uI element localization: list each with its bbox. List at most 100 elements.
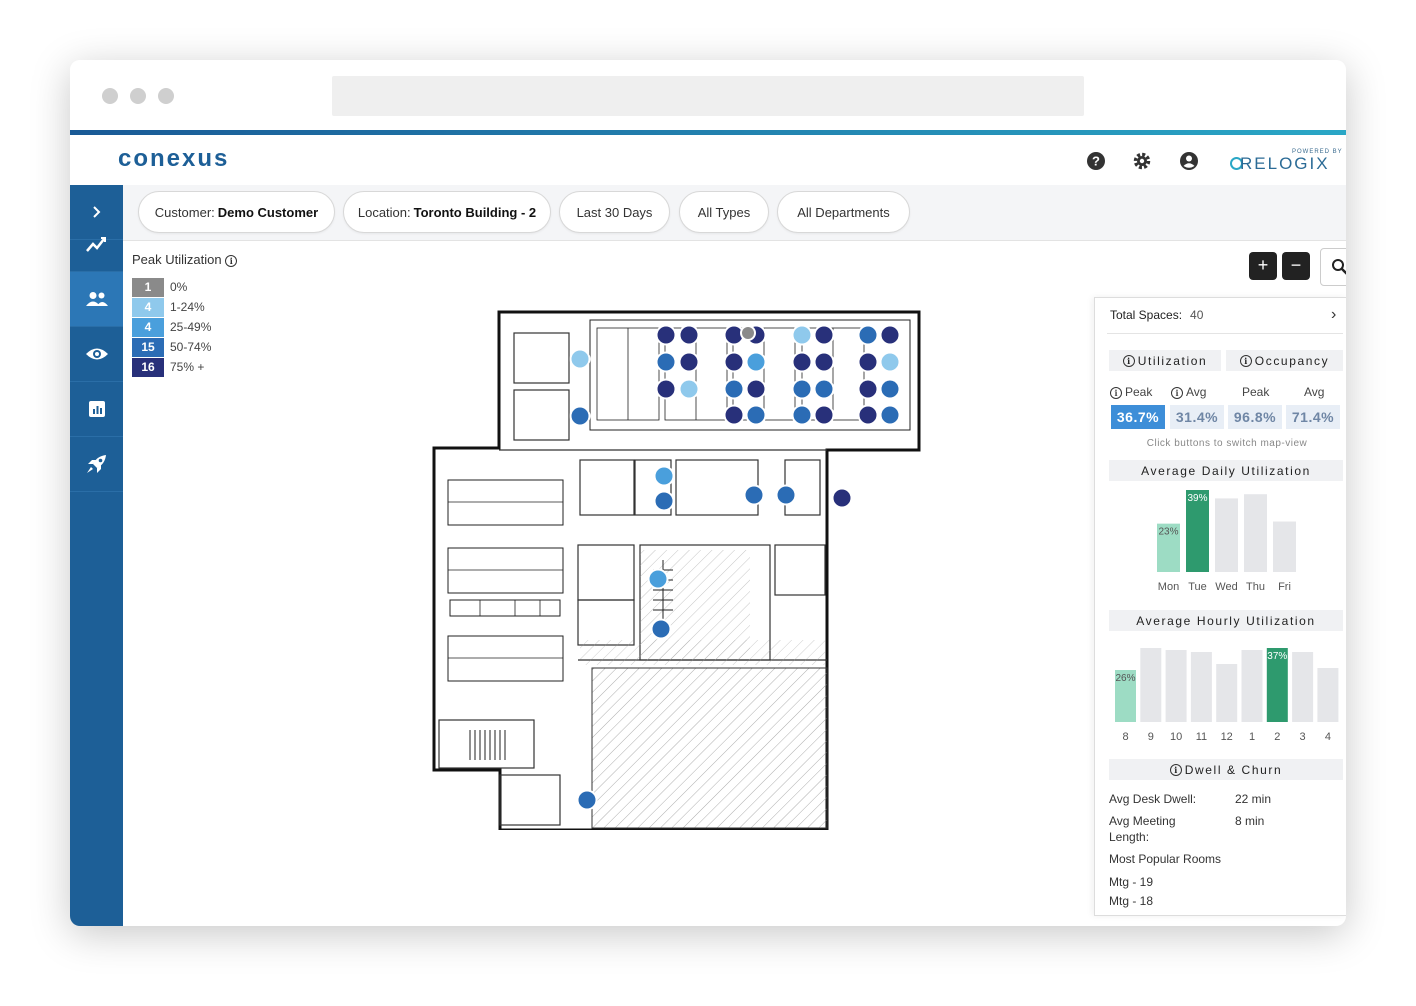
sidebar-item-view[interactable] [70, 327, 123, 382]
chart-bar[interactable] [1241, 650, 1263, 722]
desk-marker[interactable] [813, 351, 835, 373]
desk-marker[interactable] [857, 378, 879, 400]
desk-marker[interactable] [813, 404, 835, 426]
desk-marker[interactable] [655, 324, 677, 346]
info-icon[interactable]: i [1169, 763, 1182, 776]
desk-marker[interactable] [650, 618, 672, 640]
location-filter[interactable]: Location: Toronto Building - 2 [343, 191, 551, 233]
tab-utilization[interactable]: i Utilization [1109, 350, 1221, 371]
chart-bar[interactable] [1215, 498, 1238, 572]
legend-count: 4 [132, 298, 164, 317]
chart-bar[interactable] [1140, 648, 1162, 722]
help-icon[interactable]: ? [1086, 151, 1106, 171]
address-bar[interactable] [332, 76, 1084, 116]
desk-marker[interactable] [723, 378, 745, 400]
desk-marker[interactable] [879, 404, 901, 426]
desk-marker[interactable] [791, 351, 813, 373]
desk-marker[interactable] [678, 351, 700, 373]
window-minimize-dot[interactable] [130, 88, 146, 104]
desk-marker[interactable] [740, 325, 756, 341]
info-icon[interactable]: i [1122, 354, 1135, 367]
chart-tick-label: 3 [1300, 731, 1306, 743]
popular-room-item[interactable]: Mtg - 18 [1109, 894, 1153, 908]
desk-marker[interactable] [653, 490, 675, 512]
type-filter[interactable]: All Types [679, 191, 769, 233]
desk-marker[interactable] [655, 351, 677, 373]
desk-marker[interactable] [745, 351, 767, 373]
gear-icon[interactable] [1132, 151, 1152, 171]
zoom-in-button[interactable]: + [1249, 252, 1277, 280]
desk-marker[interactable] [678, 324, 700, 346]
utilization-avg-button[interactable]: 31.4% [1170, 405, 1224, 429]
desk-marker[interactable] [655, 378, 677, 400]
chart-bar[interactable] [1317, 668, 1339, 722]
info-icon[interactable]: i [1110, 387, 1122, 399]
tab-occupancy[interactable]: i Occupancy [1226, 350, 1343, 371]
desk-marker[interactable] [678, 378, 700, 400]
chart-bar[interactable] [1216, 664, 1238, 722]
chart-tick-label: Fri [1278, 581, 1291, 593]
desk-marker[interactable] [745, 378, 767, 400]
chart-tick-label: 11 [1196, 731, 1207, 743]
rocket-icon [86, 455, 106, 473]
sidebar-item-reports[interactable] [70, 382, 123, 437]
info-icon[interactable]: i [1171, 387, 1183, 399]
department-filter[interactable]: All Departments [777, 191, 910, 233]
desk-marker[interactable] [723, 404, 745, 426]
map-search-button[interactable] [1320, 248, 1346, 286]
occupancy-avg-button[interactable]: 71.4% [1286, 405, 1340, 429]
avg-meeting-length-label: Avg Meeting [1109, 814, 1176, 828]
floor-plan[interactable] [430, 300, 930, 830]
chart-tick-label: 8 [1122, 731, 1128, 743]
occupancy-peak-button[interactable]: 96.8% [1228, 405, 1282, 429]
sidebar-item-people[interactable] [70, 272, 123, 327]
desk-marker[interactable] [813, 324, 835, 346]
chart-bar[interactable] [1273, 521, 1296, 572]
sidebar-item-launch[interactable] [70, 437, 123, 492]
popular-room-item[interactable]: Mtg - 19 [1109, 875, 1153, 889]
desk-marker[interactable] [857, 404, 879, 426]
chart-bar[interactable] [1292, 652, 1314, 722]
panel-collapse-chevron-icon[interactable]: › [1331, 306, 1336, 324]
window-close-dot[interactable] [102, 88, 118, 104]
legend-count: 15 [132, 338, 164, 357]
info-icon[interactable]: i [225, 255, 238, 267]
desk-marker[interactable] [569, 405, 591, 427]
chart-tick-label: 10 [1170, 731, 1182, 743]
info-icon[interactable]: i [1239, 354, 1252, 367]
desk-marker[interactable] [723, 351, 745, 373]
desk-marker[interactable] [569, 348, 591, 370]
chart-bar[interactable] [1244, 494, 1267, 572]
report-icon [88, 401, 105, 417]
desk-marker[interactable] [791, 404, 813, 426]
desk-marker[interactable] [743, 484, 765, 506]
conexus-logo[interactable]: conexus [118, 145, 229, 173]
desk-marker[interactable] [857, 351, 879, 373]
legend-range: 0% [170, 280, 188, 294]
desk-marker[interactable] [813, 378, 835, 400]
desk-marker[interactable] [775, 484, 797, 506]
customer-filter[interactable]: Customer: Demo Customer [138, 191, 335, 233]
chart-bar[interactable] [1190, 652, 1212, 722]
chart-tick-label: 4 [1325, 731, 1331, 743]
zoom-out-button[interactable]: − [1282, 252, 1310, 280]
desk-marker[interactable] [791, 378, 813, 400]
desk-marker[interactable] [791, 324, 813, 346]
utilization-peak-button[interactable]: 36.7% [1111, 405, 1165, 429]
date-range-filter[interactable]: Last 30 Days [559, 191, 670, 233]
legend-range: 75% + [170, 360, 205, 374]
account-icon[interactable] [1179, 151, 1199, 171]
desk-marker[interactable] [831, 487, 853, 509]
sidebar-item-trends[interactable] [70, 217, 123, 272]
chart-tick-label: 12 [1221, 731, 1233, 743]
desk-marker[interactable] [647, 568, 669, 590]
desk-marker[interactable] [879, 324, 901, 346]
desk-marker[interactable] [745, 404, 767, 426]
chart-bar[interactable] [1165, 650, 1187, 722]
window-maximize-dot[interactable] [158, 88, 174, 104]
desk-marker[interactable] [653, 465, 675, 487]
desk-marker[interactable] [879, 351, 901, 373]
desk-marker[interactable] [857, 324, 879, 346]
desk-marker[interactable] [576, 789, 598, 811]
desk-marker[interactable] [879, 378, 901, 400]
